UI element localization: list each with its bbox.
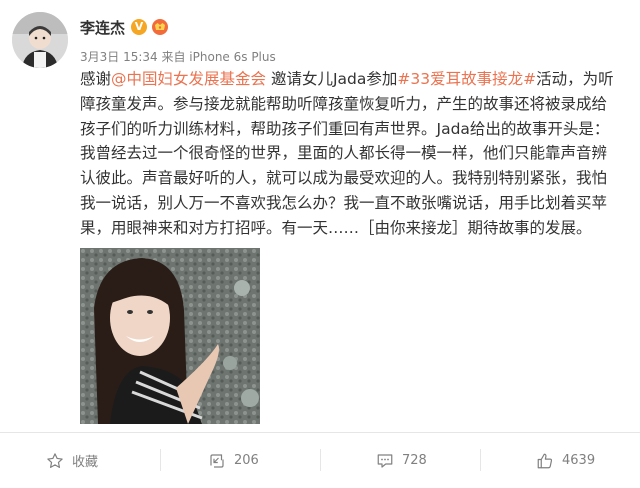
post-line-2: 障孩童发声。参与接龙就能帮助听障孩童恢复听力，产生的故事还将被录成给 [80,94,608,113]
post-line-5: 认彼此。声音最好听的人，就可以成为最受欢迎的人。我特别特别紧张，我怕 [80,169,608,188]
post-line-3: 孩子们的听力训练材料，帮助孩子们重回有声世界。Jada给出的故事开头是： [80,119,610,138]
post-photo[interactable] [80,248,260,424]
vip-icon [151,18,169,36]
star-icon [47,452,63,468]
post-text-segment: 感谢 [80,70,112,88]
post-line-1: 感谢@中国妇女发展基金会 邀请女儿Jada参加#33爱耳故事接龙#活动，为听 [80,67,630,92]
repost-icon [210,453,224,468]
like-button[interactable]: 4639 [536,433,595,488]
post-line-6: 我一说话，别人万一不喜欢我怎么办？我一直不敢张嘴说话，用手比划着买苹 [80,193,608,212]
comment-button[interactable]: 728 [376,433,427,488]
comment-icon [377,453,393,468]
post-meta: 3月3日 15:34 来自 iPhone 6s Plus [80,50,276,64]
like-icon [537,453,553,468]
action-divider [160,449,161,471]
action-divider [480,449,481,471]
favorite-button[interactable]: 收藏 [46,433,98,488]
post-line-4: 我曾经去过一个很奇怪的世界，里面的人都长得一模一样，他们只能靠声音辨 [80,144,608,163]
like-count: 4639 [562,453,596,468]
post-line-7: 果，用眼神来和对方打招呼。有一天……［由你来接龙］期待故事的发展。 [80,218,592,237]
avatar[interactable] [12,12,68,68]
favorite-label: 收藏 [72,455,99,470]
action-divider [320,449,321,471]
comment-count: 728 [402,453,427,468]
action-bar: 收藏 206 728 4639 [0,432,640,488]
repost-button[interactable]: 206 [208,433,259,488]
verified-badge: V [131,19,147,35]
hashtag-link[interactable]: #33爱耳故事接龙# [397,70,536,88]
repost-count: 206 [234,453,259,468]
username[interactable]: 李连杰 [80,18,125,38]
post-text-segment: 邀请女儿Jada参加 [266,70,398,88]
mention-link[interactable]: @中国妇女发展基金会 [111,70,266,88]
post-text-segment: 活动，为听 [536,70,614,88]
post-text: 感谢@中国妇女发展基金会 邀请女儿Jada参加#33爱耳故事接龙#活动，为听 障… [80,67,630,241]
